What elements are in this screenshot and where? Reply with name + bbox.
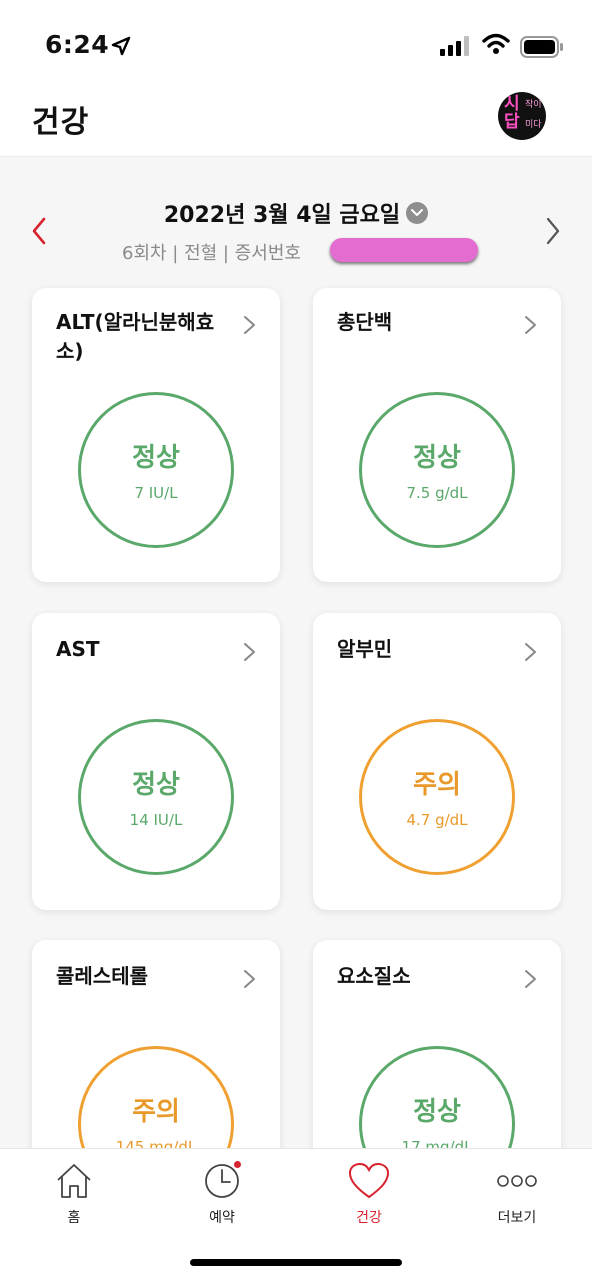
status-label: 정상 (132, 770, 180, 800)
result-card-alt[interactable]: ALT(알라닌분해효소) 정상 7 IU/L (32, 288, 280, 582)
tab-reservation[interactable]: 예약 (172, 1161, 272, 1227)
card-title: 요소질소 (337, 964, 411, 988)
status-ring: 주의 4.7 g/dL (359, 719, 515, 875)
tab-label: 홈 (67, 1210, 81, 1226)
status-ring: 정상 7 IU/L (78, 392, 234, 548)
result-value: 7.5 g/dL (406, 484, 468, 502)
result-value: 7 IU/L (134, 484, 178, 502)
tab-more[interactable]: 더보기 (467, 1161, 567, 1227)
page-title: 건강 (32, 105, 90, 140)
status-label: 정상 (413, 443, 461, 473)
avatar-text: 미다 (525, 120, 542, 130)
status-ring: 정상 7.5 g/dL (359, 392, 515, 548)
card-title: 알부민 (337, 637, 393, 661)
status-bar: 6:24 (0, 0, 592, 90)
notification-dot (234, 1161, 241, 1168)
card-title: ALT(알라닌분해효소) (56, 310, 215, 363)
chevron-right-icon (525, 643, 536, 661)
redacted-certificate-number (330, 238, 478, 262)
date-navigator: 2022년 3월 4일 금요일 6회차 | 전혈 | 증서번호 (0, 157, 592, 300)
card-title: 총단백 (337, 310, 393, 334)
status-label: 정상 (413, 1097, 461, 1127)
chevron-right-icon (244, 316, 255, 334)
date-selector[interactable]: 2022년 3월 4일 금요일 (0, 197, 592, 229)
app-header: 건강 시 답 작이 미다 (0, 90, 592, 157)
result-card-total-protein[interactable]: 총단백 정상 7.5 g/dL (313, 288, 561, 582)
location-arrow-icon (111, 36, 131, 56)
avatar-text: 작이 (525, 100, 542, 110)
wifi-icon (482, 33, 510, 54)
status-label: 주의 (132, 1097, 180, 1127)
tab-label: 더보기 (497, 1210, 537, 1226)
tab-home[interactable]: 홈 (24, 1161, 124, 1227)
tab-label: 예약 (209, 1210, 235, 1226)
chevron-right-icon (525, 316, 536, 334)
battery-icon (520, 36, 563, 58)
more-icon (497, 1175, 537, 1187)
result-value: 4.7 g/dL (406, 811, 468, 829)
cellular-signal-icon (440, 36, 469, 56)
result-card-albumin[interactable]: 알부민 주의 4.7 g/dL (313, 613, 561, 910)
avatar-text: 시 (504, 94, 520, 114)
card-title: 콜레스테롤 (56, 964, 148, 988)
avatar[interactable]: 시 답 작이 미다 (498, 92, 546, 140)
home-indicator[interactable] (190, 1259, 402, 1266)
donation-info: 6회차 | 전혈 | 증서번호 (122, 243, 301, 264)
home-icon (57, 1164, 91, 1198)
result-value: 14 IU/L (129, 811, 183, 829)
avatar-text: 답 (504, 112, 520, 132)
result-card-ast[interactable]: AST 정상 14 IU/L (32, 613, 280, 910)
status-time: 6:24 (45, 30, 110, 59)
date-title: 2022년 3월 4일 금요일 (163, 203, 401, 228)
chevron-right-icon (244, 643, 255, 661)
chevron-right-icon (244, 970, 255, 988)
status-ring: 정상 14 IU/L (78, 719, 234, 875)
heart-icon (348, 1162, 390, 1199)
chevron-right-icon (525, 970, 536, 988)
chevron-down-icon (406, 202, 429, 224)
tab-health[interactable]: 건강 (319, 1161, 419, 1227)
next-date-button[interactable] (538, 213, 566, 249)
status-label: 정상 (132, 443, 180, 473)
chevron-right-icon (546, 217, 560, 245)
status-label: 주의 (413, 770, 461, 800)
card-title: AST (56, 637, 100, 661)
tab-label: 건강 (356, 1210, 382, 1226)
